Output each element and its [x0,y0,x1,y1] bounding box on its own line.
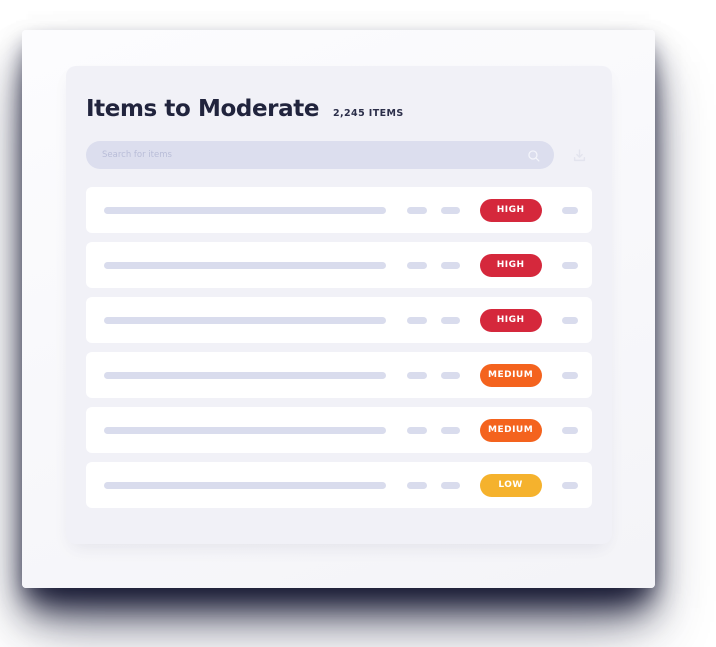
row-title-placeholder [104,316,386,324]
download-icon [572,148,587,163]
row-meta-placeholder-2 [441,481,460,489]
row-trailing-placeholder [561,261,578,269]
row-title-placeholder [104,206,386,214]
download-button[interactable] [568,144,590,166]
row-meta-placeholder-1 [407,426,428,434]
status-badge[interactable]: MEDIUM [479,418,542,442]
table-row[interactable]: HIGH [86,242,592,288]
moderation-panel: Items to Moderate 2,245 ITEMS Search for… [66,66,612,544]
search-field[interactable] [86,141,554,169]
row-meta-placeholder-1 [407,371,428,379]
row-trailing-placeholder [561,481,578,489]
search-input[interactable] [86,141,554,169]
screenshot-root: Items to Moderate 2,245 ITEMS Search for… [0,0,716,647]
status-badge[interactable]: LOW [479,473,542,497]
item-count-label: 2,245 ITEMS [333,108,404,119]
row-meta-placeholder-1 [407,316,428,324]
status-badge[interactable]: HIGH [479,198,542,222]
table-row[interactable]: LOW [86,462,592,508]
table-row[interactable]: HIGH [86,297,592,343]
search-icon[interactable] [527,148,541,162]
row-meta-placeholder-1 [407,206,428,214]
row-trailing-placeholder [561,426,578,434]
table-row[interactable]: HIGH [86,187,592,233]
row-trailing-placeholder [561,316,578,324]
status-badge[interactable]: HIGH [479,308,542,332]
row-meta-placeholder-2 [441,316,460,324]
row-title-placeholder [104,261,386,269]
panel-header: Items to Moderate 2,245 ITEMS [66,66,612,121]
row-title-placeholder [104,481,386,489]
status-badge[interactable]: MEDIUM [479,363,542,387]
table-row[interactable]: MEDIUM [86,352,592,398]
row-meta-placeholder-2 [441,371,460,379]
row-title-placeholder [104,426,386,434]
search-row [66,121,612,169]
row-trailing-placeholder [561,371,578,379]
row-meta-placeholder-2 [441,261,460,269]
row-meta-placeholder-2 [441,426,460,434]
table-row[interactable]: MEDIUM [86,407,592,453]
page-title: Items to Moderate [86,96,320,122]
row-title-placeholder [104,371,386,379]
row-meta-placeholder-1 [407,261,428,269]
row-meta-placeholder-2 [441,206,460,214]
item-list: HIGH HIGH HIGH MEDIUM MEDIUM LOW [66,169,612,508]
row-meta-placeholder-1 [407,481,428,489]
status-badge[interactable]: HIGH [479,253,542,277]
row-trailing-placeholder [561,206,578,214]
